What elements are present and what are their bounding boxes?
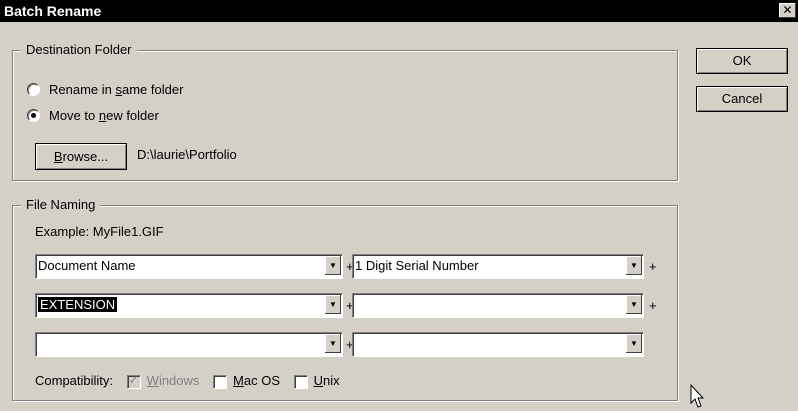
destination-folder-legend: Destination Folder — [21, 42, 137, 57]
name-field-6[interactable]: ▼ — [352, 332, 644, 357]
plus-sign: + — [649, 259, 657, 274]
name-field-5[interactable]: ▼ — [35, 332, 343, 357]
rename-same-folder-label: Rename in same folder — [49, 81, 184, 97]
move-new-folder-option[interactable]: Move to new folder — [27, 106, 159, 124]
plus-sign: + — [649, 298, 657, 313]
cancel-button[interactable]: Cancel — [696, 86, 788, 112]
compatibility-row: Compatibility: ✓ Windows Mac OS Unix — [35, 373, 340, 389]
title-bar: Batch Rename ✕ — [0, 0, 798, 22]
dropdown-arrow-icon[interactable]: ▼ — [325, 256, 341, 275]
unix-checkbox[interactable] — [293, 374, 308, 389]
dropdown-arrow-icon[interactable]: ▼ — [626, 334, 642, 353]
check-icon: ✓ — [128, 372, 139, 387]
name-field-3[interactable]: EXTENSION ▼ — [35, 293, 343, 318]
file-naming-legend: File Naming — [21, 197, 101, 212]
unix-checkbox-option[interactable]: Unix — [293, 373, 340, 389]
name-field-1[interactable]: Document Name ▼ — [35, 254, 343, 279]
mouse-cursor-icon — [690, 384, 705, 408]
destination-folder-group: Destination Folder Rename in same folder… — [12, 42, 678, 181]
ok-button[interactable]: OK — [696, 48, 788, 74]
mac-checkbox-option[interactable]: Mac OS — [213, 373, 284, 389]
move-new-folder-label: Move to new folder — [49, 107, 159, 123]
rename-same-folder-option[interactable]: Rename in same folder — [27, 80, 183, 98]
destination-path: D:\laurie\Portfolio — [137, 147, 237, 162]
close-button[interactable]: ✕ — [779, 3, 796, 18]
close-icon: ✕ — [782, 3, 793, 17]
dropdown-arrow-icon[interactable]: ▼ — [325, 295, 341, 314]
rename-same-folder-radio[interactable] — [27, 82, 40, 96]
window-title: Batch Rename — [4, 3, 102, 19]
windows-checkbox-option: ✓ Windows — [126, 372, 200, 389]
file-naming-group: File Naming Example: MyFile1.GIF Documen… — [12, 197, 678, 401]
dropdown-arrow-icon[interactable]: ▼ — [626, 256, 642, 275]
browse-button[interactable]: Browse... — [35, 143, 127, 170]
windows-checkbox[interactable]: ✓ — [126, 372, 141, 389]
move-new-folder-radio[interactable] — [27, 108, 40, 122]
compatibility-label: Compatibility: — [35, 373, 114, 388]
mac-checkbox[interactable] — [213, 374, 228, 389]
dropdown-arrow-icon[interactable]: ▼ — [626, 295, 642, 314]
naming-example: Example: MyFile1.GIF — [35, 224, 164, 239]
name-field-2[interactable]: 1 Digit Serial Number ▼ — [352, 254, 644, 279]
dropdown-arrow-icon[interactable]: ▼ — [325, 334, 341, 353]
name-field-4[interactable]: ▼ — [352, 293, 644, 318]
